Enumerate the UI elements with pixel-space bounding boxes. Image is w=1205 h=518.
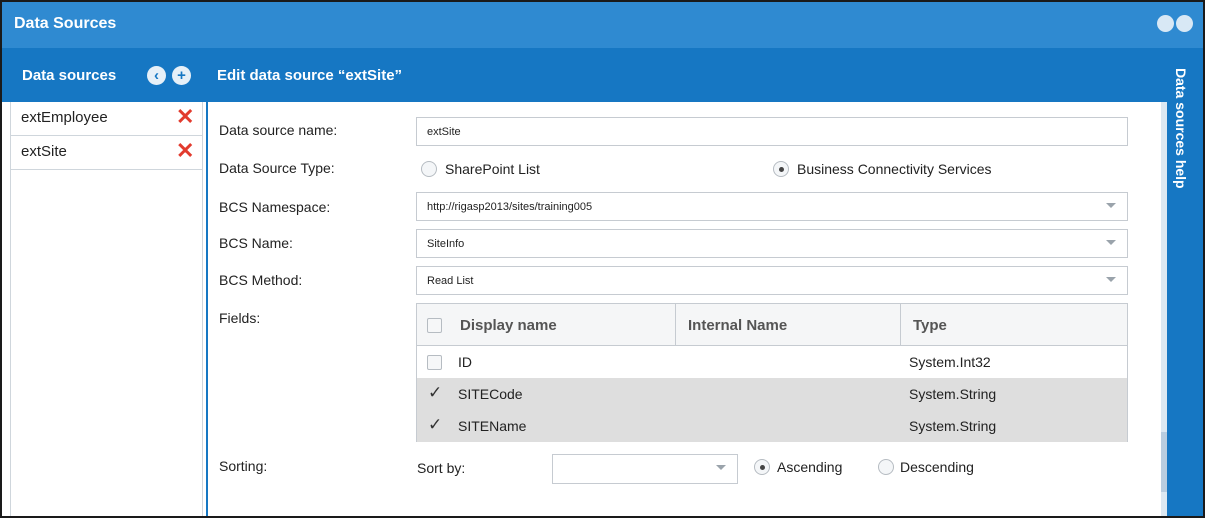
column-separator bbox=[675, 304, 676, 345]
close-icon[interactable] bbox=[1176, 15, 1193, 32]
back-circle-icon[interactable]: ‹ bbox=[147, 66, 166, 85]
help-panel[interactable]: Data sources help bbox=[1167, 48, 1203, 516]
bcs-name-dropdown[interactable]: SiteInfo bbox=[416, 229, 1128, 258]
descending-label[interactable]: Descending bbox=[900, 459, 974, 475]
row-checkmark-icon[interactable]: ✓ bbox=[428, 415, 442, 435]
bcs-namespace-label: BCS Namespace: bbox=[219, 199, 331, 215]
edit-header: Edit data source “extSite” bbox=[207, 48, 1167, 102]
data-source-name: extSite bbox=[21, 143, 67, 160]
bcs-method-label: BCS Method: bbox=[219, 272, 303, 288]
settings-icon[interactable] bbox=[1157, 15, 1174, 32]
edit-heading: Edit data source “extSite” bbox=[217, 67, 403, 84]
row-type: System.Int32 bbox=[909, 354, 991, 370]
chevron-down-icon bbox=[1106, 203, 1116, 208]
row-type: System.String bbox=[909, 386, 997, 402]
sharepoint-list-label[interactable]: SharePoint List bbox=[445, 161, 540, 177]
bcs-label[interactable]: Business Connectivity Services bbox=[797, 161, 992, 177]
row-checkbox[interactable] bbox=[427, 355, 442, 370]
chevron-down-icon bbox=[716, 465, 726, 470]
row-display-name: SITEName bbox=[458, 418, 527, 434]
data-source-name-input[interactable]: extSite bbox=[416, 117, 1128, 146]
column-type[interactable]: Type bbox=[913, 304, 947, 345]
data-sources-header: Data sources ‹ + bbox=[2, 48, 207, 102]
data-source-list: extEmployee ✕ extSite ✕ bbox=[10, 102, 203, 516]
content-divider bbox=[206, 102, 208, 516]
window-title: Data Sources bbox=[14, 15, 117, 32]
column-display-name[interactable]: Display name bbox=[460, 304, 557, 345]
bcs-method-value: Read List bbox=[427, 275, 474, 287]
row-display-name: SITECode bbox=[458, 386, 523, 402]
ascending-label[interactable]: Ascending bbox=[777, 459, 842, 475]
select-all-checkbox[interactable] bbox=[427, 318, 442, 333]
table-row[interactable]: ✓ SITECode System.String bbox=[417, 378, 1127, 410]
type-label: Data Source Type: bbox=[219, 160, 335, 176]
sort-by-label: Sort by: bbox=[417, 460, 466, 476]
bcs-name-label: BCS Name: bbox=[219, 235, 293, 251]
table-header: Display name Internal Name Type bbox=[417, 304, 1127, 346]
bcs-namespace-value: http://rigasp2013/sites/training005 bbox=[427, 201, 593, 213]
data-source-name: extEmployee bbox=[21, 109, 108, 126]
data-source-item-extsite[interactable]: extSite ✕ bbox=[11, 136, 203, 170]
title-bar: Data Sources bbox=[2, 2, 1203, 48]
delete-icon[interactable]: ✕ bbox=[176, 104, 194, 130]
data-sources-heading: Data sources bbox=[22, 67, 117, 84]
column-internal-name[interactable]: Internal Name bbox=[688, 304, 787, 345]
bcs-namespace-dropdown[interactable]: http://rigasp2013/sites/training005 bbox=[416, 192, 1128, 221]
sort-by-dropdown[interactable] bbox=[552, 454, 738, 484]
name-value: extSite bbox=[427, 126, 461, 138]
bcs-radio[interactable] bbox=[773, 161, 789, 177]
delete-icon[interactable]: ✕ bbox=[176, 138, 194, 164]
sorting-label: Sorting: bbox=[219, 458, 268, 474]
data-source-item-extemployee[interactable]: extEmployee ✕ bbox=[11, 102, 203, 136]
fields-label: Fields: bbox=[219, 310, 261, 326]
table-row[interactable]: ✓ SITEName System.String bbox=[417, 410, 1127, 442]
table-row[interactable]: ID System.Int32 bbox=[417, 346, 1127, 378]
help-panel-label: Data sources help bbox=[1173, 68, 1189, 189]
row-type: System.String bbox=[909, 418, 997, 434]
descending-radio[interactable] bbox=[878, 459, 894, 475]
bcs-name-value: SiteInfo bbox=[427, 238, 465, 250]
row-display-name: ID bbox=[458, 354, 472, 370]
sharepoint-list-radio[interactable] bbox=[421, 161, 437, 177]
ascending-radio[interactable] bbox=[754, 459, 770, 475]
name-label: Data source name: bbox=[219, 122, 338, 138]
column-separator bbox=[900, 304, 901, 345]
data-sources-window: Data Sources Data sources ‹ + Edit data … bbox=[0, 0, 1205, 518]
fields-table: Display name Internal Name Type ID Syste… bbox=[416, 303, 1128, 442]
chevron-down-icon bbox=[1106, 277, 1116, 282]
chevron-down-icon bbox=[1106, 240, 1116, 245]
row-checkmark-icon[interactable]: ✓ bbox=[428, 383, 442, 403]
add-circle-icon[interactable]: + bbox=[172, 66, 191, 85]
bcs-method-dropdown[interactable]: Read List bbox=[416, 266, 1128, 295]
